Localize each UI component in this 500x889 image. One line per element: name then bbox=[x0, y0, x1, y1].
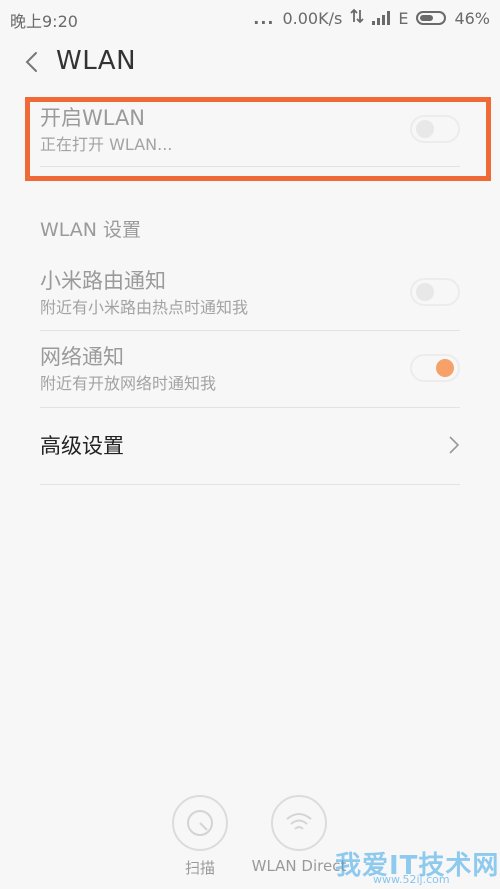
network-notification-toggle[interactable] bbox=[410, 354, 460, 382]
network-notification-row[interactable]: 网络通知 附近有开放网络时通知我 bbox=[40, 344, 460, 394]
scan-label: 扫描 bbox=[184, 859, 215, 877]
chevron-right-icon bbox=[448, 434, 460, 456]
toggle-knob bbox=[416, 283, 434, 301]
status-bar: 晚上9:20 ... 0.00K/s E 46% bbox=[0, 0, 500, 36]
router-notification-toggle[interactable] bbox=[410, 278, 460, 306]
scan-icon bbox=[172, 795, 228, 851]
divider bbox=[40, 407, 460, 408]
divider bbox=[40, 484, 460, 485]
advanced-settings-label: 高级设置 bbox=[40, 434, 124, 458]
app-header: WLAN bbox=[0, 36, 500, 88]
battery-icon bbox=[416, 11, 447, 25]
notification-dots: ... bbox=[253, 8, 275, 28]
network-notification-title: 网络通知 bbox=[40, 345, 124, 369]
battery-level: 46% bbox=[454, 8, 490, 28]
back-arrow-icon[interactable] bbox=[22, 48, 42, 76]
advanced-settings-row[interactable]: 高级设置 bbox=[40, 433, 460, 459]
signal-icon bbox=[372, 11, 391, 25]
router-notification-title: 小米路由通知 bbox=[40, 269, 166, 293]
watermark-text: 我爱IT技术网 bbox=[335, 851, 500, 881]
section-header-wlan-settings: WLAN 设置 bbox=[40, 219, 142, 241]
page-title: WLAN bbox=[56, 46, 137, 76]
watermark-url: www.52ij.com bbox=[373, 873, 450, 886]
scan-button[interactable]: 扫描 bbox=[171, 795, 229, 878]
highlight-annotation-box bbox=[25, 97, 491, 181]
wlan-direct-label: WLAN Direct bbox=[251, 857, 347, 875]
toggle-knob bbox=[436, 359, 454, 377]
wlan-direct-button[interactable]: WLAN Direct bbox=[240, 795, 358, 875]
data-activity-icon bbox=[350, 8, 364, 28]
status-time: 晚上9:20 bbox=[10, 12, 78, 31]
router-notification-subtitle: 附近有小米路由热点时通知我 bbox=[40, 298, 249, 317]
watermark-logo: 我爱IT技术网 www.52ij.com bbox=[335, 845, 500, 889]
network-notification-subtitle: 附近有开放网络时通知我 bbox=[40, 374, 217, 393]
network-speed: 0.00K/s bbox=[282, 8, 343, 28]
network-type: E bbox=[398, 8, 409, 28]
router-notification-row[interactable]: 小米路由通知 附近有小米路由热点时通知我 bbox=[40, 268, 460, 318]
status-indicators: ... 0.00K/s E 46% bbox=[253, 8, 490, 28]
wlan-direct-icon bbox=[271, 795, 327, 851]
divider bbox=[40, 330, 460, 331]
